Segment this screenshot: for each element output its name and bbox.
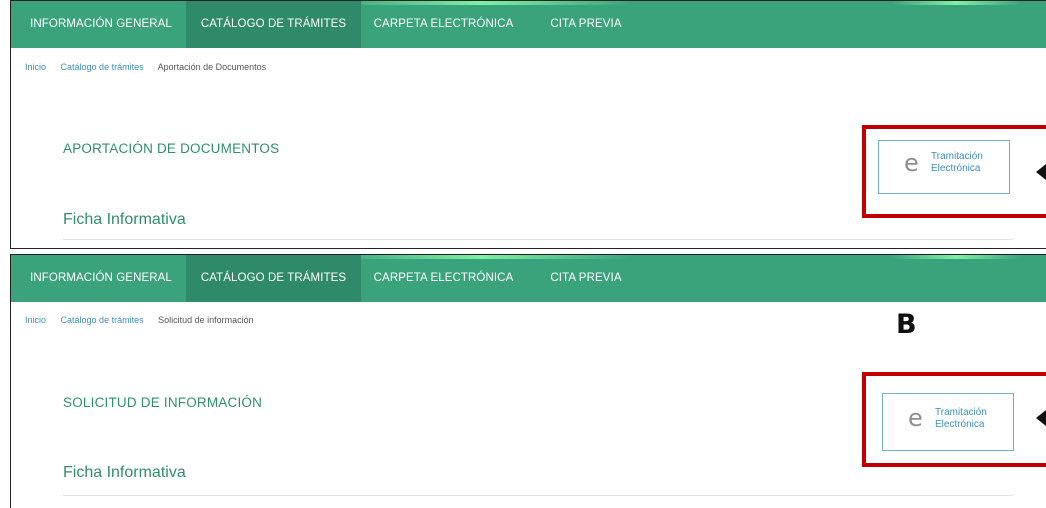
pointer-arrow-icon	[1036, 410, 1046, 426]
divider	[63, 239, 1013, 240]
breadcrumb: Inicio Catálogo de trámites Solicitud de…	[25, 315, 266, 325]
tramitacion-electronica-label: Tramitación Electrónica	[931, 151, 983, 174]
nav-item-catalogo-tramites[interactable]: CATÁLOGO DE TRÁMITES	[186, 1, 361, 48]
page-title: SOLICITUD DE INFORMACIÓN	[63, 395, 263, 410]
breadcrumb-catalogo[interactable]: Catálogo de trámites	[61, 315, 144, 325]
page-title: APORTACIÓN DE DOCUMENTOS	[63, 141, 280, 156]
nav-item-carpeta-electronica[interactable]: CARPETA ELECTRÓNICA	[361, 1, 526, 48]
breadcrumb-current: Solicitud de información	[158, 315, 254, 325]
nav-item-catalogo-tramites[interactable]: CATÁLOGO DE TRÁMITES	[186, 255, 361, 302]
nav-highlight-decoration	[891, 1, 1021, 5]
breadcrumb-inicio[interactable]: Inicio	[25, 62, 46, 72]
e-icon: e	[904, 149, 919, 177]
breadcrumb: Inicio Catálogo de trámites Aportación d…	[25, 62, 278, 72]
breadcrumb-catalogo[interactable]: Catálogo de trámites	[61, 62, 144, 72]
e-icon: e	[908, 404, 923, 432]
tramitacion-electronica-button[interactable]: e Tramitación Electrónica	[882, 393, 1014, 451]
section-title-ficha-informativa: Ficha Informativa	[63, 211, 186, 228]
nav-item-cita-previa[interactable]: CITA PREVIA	[526, 1, 646, 48]
pointer-arrow-icon	[1036, 164, 1046, 180]
nav-item-carpeta-electronica[interactable]: CARPETA ELECTRÓNICA	[361, 255, 526, 302]
tramitacion-electronica-button[interactable]: e Tramitación Electrónica	[878, 140, 1010, 194]
annotation-label-b: B	[896, 309, 917, 340]
top-nav-bar: INFORMACIÓN GENERAL CATÁLOGO DE TRÁMITES…	[11, 255, 1046, 302]
nav-item-cita-previa[interactable]: CITA PREVIA	[526, 255, 646, 302]
nav-item-informacion-general[interactable]: INFORMACIÓN GENERAL	[16, 1, 186, 48]
divider	[63, 495, 1013, 496]
nav-item-informacion-general[interactable]: INFORMACIÓN GENERAL	[16, 255, 186, 302]
nav-highlight-decoration	[891, 255, 1021, 259]
tramitacion-electronica-label: Tramitación Electrónica	[935, 407, 987, 430]
top-nav-bar: INFORMACIÓN GENERAL CATÁLOGO DE TRÁMITES…	[11, 1, 1046, 48]
breadcrumb-inicio[interactable]: Inicio	[25, 315, 46, 325]
breadcrumb-current: Aportación de Documentos	[157, 62, 267, 72]
section-title-ficha-informativa: Ficha Informativa	[63, 464, 186, 481]
